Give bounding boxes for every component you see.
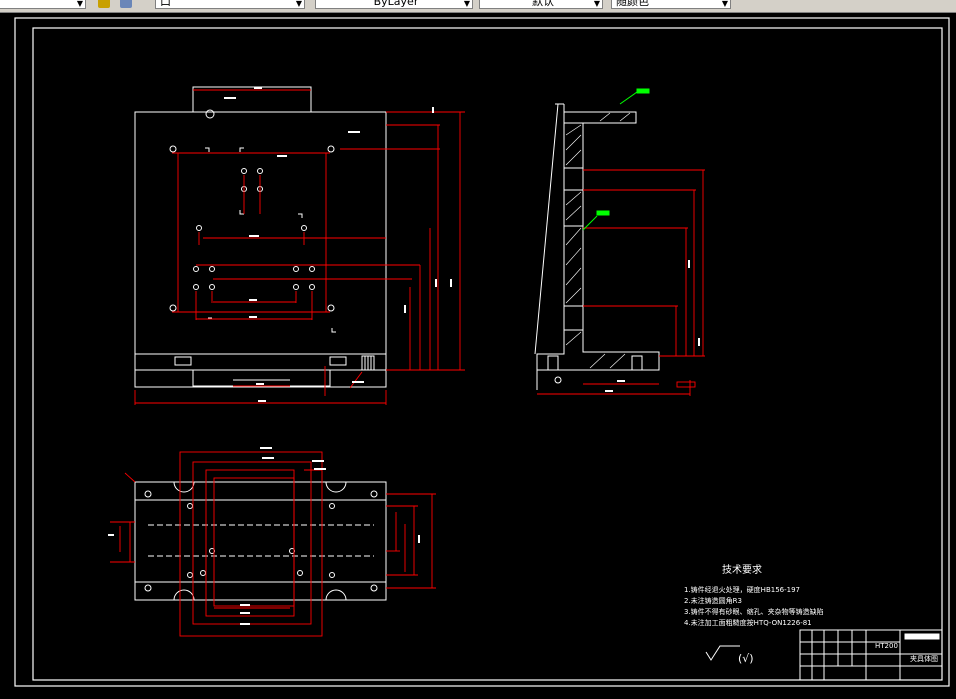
side-view [534, 103, 660, 390]
tech-line-3: 3.铸件不得有砂眼、缩孔、夹杂物等铸造缺陷 [684, 607, 824, 616]
lineweight-value: 默认 [532, 0, 554, 8]
lineweight-select[interactable]: 默认 ▼ [479, 0, 603, 9]
chevron-down-icon[interactable]: ▼ [722, 0, 728, 8]
color-value: 随颜色 [616, 0, 649, 8]
part-name: 夹具体图 [910, 654, 938, 663]
leader-lines [582, 88, 650, 231]
layer-state-icon[interactable] [98, 0, 110, 8]
roughness-note: (√) [738, 652, 754, 665]
chevron-down-icon[interactable]: ▼ [594, 0, 600, 8]
tech-line-4: 4.未注加工面粗糙度按HTQ-ON1226-81 [684, 618, 812, 627]
roughness-symbol [705, 645, 740, 661]
chevron-down-icon[interactable]: ▼ [296, 0, 302, 8]
layer-select[interactable]: 口 ▼ [155, 0, 305, 9]
dimension-labels [108, 87, 700, 625]
tech-line-1: 1.铸件经退火处理，硬度HB156-197 [684, 585, 800, 594]
material-label: HT200 [875, 642, 898, 650]
layer-value: 口 [160, 0, 171, 8]
chevron-down-icon[interactable]: ▼ [77, 0, 83, 8]
toolbar-left-field[interactable]: ▼ [0, 0, 86, 9]
layer-previous-icon[interactable] [120, 0, 132, 8]
linetype-value: ByLayer [373, 0, 419, 8]
top-view [134, 481, 387, 601]
tech-title: 技术要求 [722, 563, 762, 576]
cad-drawing[interactable]: 技术要求 1.铸件经退火处理，硬度HB156-197 2.未注铸造圆角R3 3.… [0, 13, 956, 699]
drawing-canvas[interactable]: 技术要求 1.铸件经退火处理，硬度HB156-197 2.未注铸造圆角R3 3.… [0, 13, 956, 699]
outer-frame [14, 17, 950, 687]
chevron-down-icon[interactable]: ▼ [464, 0, 470, 8]
color-select[interactable]: 随颜色 ▼ [611, 0, 731, 9]
tech-line-2: 2.未注铸造圆角R3 [684, 596, 742, 605]
technical-requirements: 技术要求 1.铸件经退火处理，硬度HB156-197 2.未注铸造圆角R3 3.… [684, 563, 824, 665]
linetype-select[interactable]: ByLayer ▼ [315, 0, 473, 9]
properties-toolbar: ▼ 口 ▼ ByLayer ▼ 默认 ▼ 随颜色 ▼ [0, 0, 956, 13]
